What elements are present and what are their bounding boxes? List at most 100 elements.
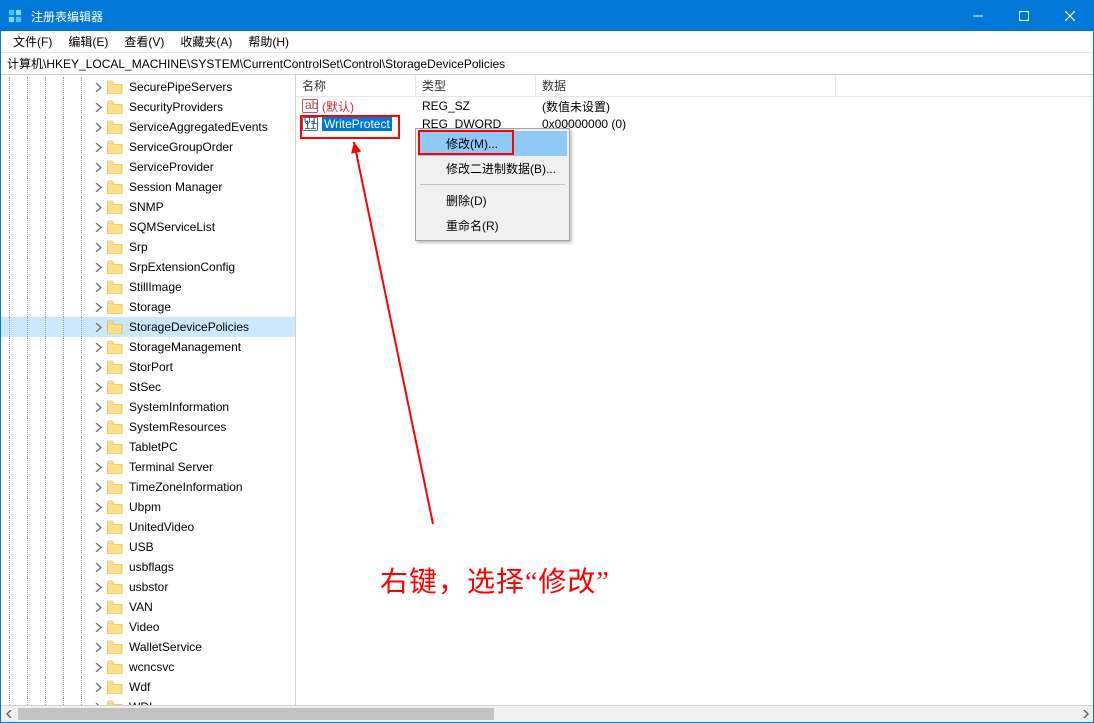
expand-icon[interactable] — [91, 200, 105, 214]
tree-item[interactable]: TimeZoneInformation — [1, 477, 295, 497]
expand-icon[interactable] — [91, 440, 105, 454]
tree-item-label: Terminal Server — [127, 460, 215, 474]
tree-item-label: StorageDevicePolicies — [127, 320, 251, 334]
tree-item-label: SecurityProviders — [127, 100, 225, 114]
menu-view[interactable]: 查看(V) — [116, 31, 172, 52]
tree-item-label: ServiceGroupOrder — [127, 140, 235, 154]
horizontal-scrollbar[interactable] — [1, 705, 1093, 722]
expand-icon[interactable] — [91, 560, 105, 574]
menubar: 文件(F) 编辑(E) 查看(V) 收藏夹(A) 帮助(H) — [1, 31, 1093, 53]
tree-item[interactable]: StorPort — [1, 357, 295, 377]
tree-item[interactable]: Storage — [1, 297, 295, 317]
menu-file[interactable]: 文件(F) — [5, 31, 60, 52]
expand-icon[interactable] — [91, 140, 105, 154]
tree-item[interactable]: ServiceGroupOrder — [1, 137, 295, 157]
expand-icon[interactable] — [91, 620, 105, 634]
expand-icon[interactable] — [91, 160, 105, 174]
column-header-type[interactable]: 类型 — [416, 75, 536, 96]
expand-icon[interactable] — [91, 500, 105, 514]
tree-item-label: SystemInformation — [127, 400, 231, 414]
context-menu-item[interactable]: 重命名(R) — [418, 213, 567, 238]
expand-icon[interactable] — [91, 120, 105, 134]
tree-item[interactable]: SecurityProviders — [1, 97, 295, 117]
expand-icon[interactable] — [91, 220, 105, 234]
tree-item[interactable]: usbstor — [1, 577, 295, 597]
tree-item[interactable]: ServiceAggregatedEvents — [1, 117, 295, 137]
minimize-button[interactable] — [955, 1, 1001, 31]
tree-item[interactable]: StillImage — [1, 277, 295, 297]
tree-item-label: UnitedVideo — [127, 520, 196, 534]
expand-icon[interactable] — [91, 480, 105, 494]
expand-icon[interactable] — [91, 640, 105, 654]
tree-item-label: StorPort — [127, 360, 175, 374]
list-row[interactable]: ab(默认)REG_SZ(数值未设置) — [296, 97, 1093, 115]
menu-edit[interactable]: 编辑(E) — [60, 31, 116, 52]
expand-icon[interactable] — [91, 360, 105, 374]
tree-item[interactable]: usbflags — [1, 557, 295, 577]
tree-item-label: Video — [127, 620, 161, 634]
tree-item-label: TabletPC — [127, 440, 180, 454]
expand-icon[interactable] — [91, 400, 105, 414]
expand-icon[interactable] — [91, 320, 105, 334]
tree-item[interactable]: UnitedVideo — [1, 517, 295, 537]
expand-icon[interactable] — [91, 540, 105, 554]
tree-item-label: ServiceProvider — [127, 160, 216, 174]
scrollbar-thumb[interactable] — [18, 708, 494, 720]
expand-icon[interactable] — [91, 700, 105, 705]
tree-item[interactable]: Ubpm — [1, 497, 295, 517]
tree-item[interactable]: ServiceProvider — [1, 157, 295, 177]
maximize-button[interactable] — [1001, 1, 1047, 31]
tree-item[interactable]: WalletService — [1, 637, 295, 657]
expand-icon[interactable] — [91, 80, 105, 94]
tree-item[interactable]: SQMServiceList — [1, 217, 295, 237]
scroll-left-button[interactable] — [1, 706, 18, 722]
column-header-name[interactable]: 名称 — [296, 75, 416, 96]
address-bar[interactable]: 计算机\HKEY_LOCAL_MACHINE\SYSTEM\CurrentCon… — [1, 53, 1093, 75]
tree-item[interactable]: wcncsvc — [1, 657, 295, 677]
tree-item[interactable]: StSec — [1, 377, 295, 397]
expand-icon[interactable] — [91, 460, 105, 474]
tree-item[interactable]: VAN — [1, 597, 295, 617]
tree-item[interactable]: SNMP — [1, 197, 295, 217]
tree-item[interactable]: SystemResources — [1, 417, 295, 437]
annotation-text: 右键，选择“修改” — [380, 560, 610, 600]
tree-item[interactable]: WDI — [1, 697, 295, 705]
expand-icon[interactable] — [91, 420, 105, 434]
expand-icon[interactable] — [91, 600, 105, 614]
context-menu-item[interactable]: 删除(D) — [418, 188, 567, 213]
expand-icon[interactable] — [91, 340, 105, 354]
expand-icon[interactable] — [91, 680, 105, 694]
tree-item[interactable]: SecurePipeServers — [1, 77, 295, 97]
scroll-right-button[interactable] — [1076, 706, 1093, 722]
tree-item[interactable]: StorageManagement — [1, 337, 295, 357]
tree-item[interactable]: TabletPC — [1, 437, 295, 457]
column-header-data[interactable]: 数据 — [536, 75, 836, 96]
menu-help[interactable]: 帮助(H) — [240, 31, 297, 52]
tree-item-label: SecurePipeServers — [127, 80, 234, 94]
close-button[interactable] — [1047, 1, 1093, 31]
tree-item[interactable]: Wdf — [1, 677, 295, 697]
expand-icon[interactable] — [91, 100, 105, 114]
tree-item[interactable]: SystemInformation — [1, 397, 295, 417]
context-menu-item[interactable]: 修改(M)... — [418, 131, 567, 156]
expand-icon[interactable] — [91, 580, 105, 594]
tree-item[interactable]: Srp — [1, 237, 295, 257]
expand-icon[interactable] — [91, 660, 105, 674]
expand-icon[interactable] — [91, 180, 105, 194]
tree-item[interactable]: USB — [1, 537, 295, 557]
cell-name: 011110WriteProtect — [296, 117, 416, 131]
expand-icon[interactable] — [91, 300, 105, 314]
tree-item[interactable]: SrpExtensionConfig — [1, 257, 295, 277]
tree-item[interactable]: Video — [1, 617, 295, 637]
tree-item[interactable]: Terminal Server — [1, 457, 295, 477]
menu-favorites[interactable]: 收藏夹(A) — [172, 31, 240, 52]
expand-icon[interactable] — [91, 520, 105, 534]
context-menu-item[interactable]: 修改二进制数据(B)... — [418, 156, 567, 181]
expand-icon[interactable] — [91, 240, 105, 254]
expand-icon[interactable] — [91, 380, 105, 394]
scrollbar-track[interactable] — [18, 706, 1076, 722]
expand-icon[interactable] — [91, 280, 105, 294]
expand-icon[interactable] — [91, 260, 105, 274]
tree-item[interactable]: Session Manager — [1, 177, 295, 197]
tree-item[interactable]: StorageDevicePolicies — [1, 317, 295, 337]
